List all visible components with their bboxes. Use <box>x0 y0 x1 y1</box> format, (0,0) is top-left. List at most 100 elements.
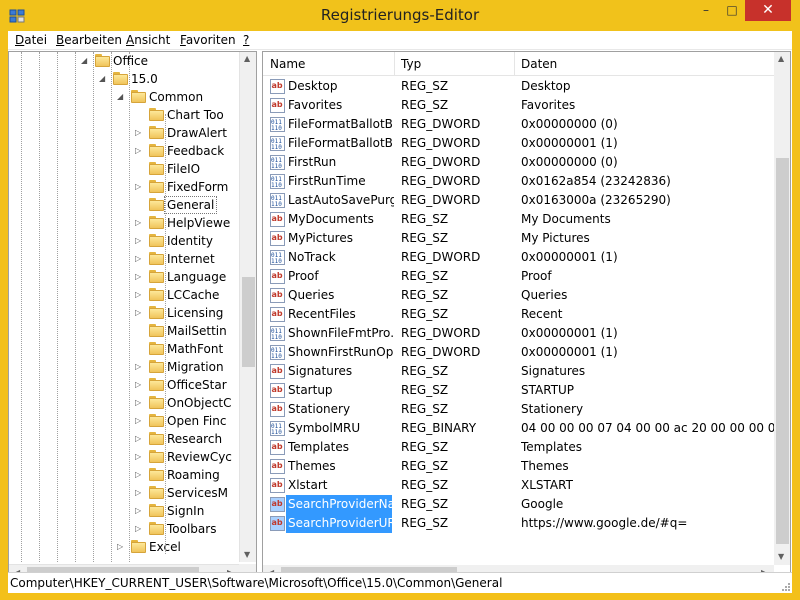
tree-node[interactable]: ◢ 15.0 <box>9 70 239 88</box>
list-vertical-scroll-thumb[interactable] <box>776 158 789 544</box>
expand-arrow-icon[interactable]: ▷ <box>135 268 145 286</box>
value-row[interactable]: abSearchProviderNa... REG_SZ Google <box>263 495 775 514</box>
tree-node[interactable]: MailSettin <box>9 322 239 340</box>
value-row[interactable]: 011 110 FileFormatBallotB... REG_DWORD 0x000… <box>263 115 775 134</box>
value-row[interactable]: ab Favorites REG_SZ Favorites <box>263 96 775 115</box>
scroll-down-arrow-icon[interactable]: ▼ <box>244 550 250 559</box>
value-row[interactable]: ab Desktop REG_SZ Desktop <box>263 77 775 96</box>
tree-node[interactable]: General <box>9 196 239 214</box>
title-bar[interactable]: Registrierungs-Editor – □ ✕ <box>0 0 800 31</box>
column-header-data[interactable]: Daten <box>521 57 557 71</box>
value-row[interactable]: ab Signatures REG_SZ Signatures <box>263 362 775 381</box>
tree-node[interactable]: ▷ Identity <box>9 232 239 250</box>
tree-node[interactable]: ◢ Office <box>9 52 239 70</box>
menu-item-ansicht[interactable]: Ansicht <box>126 33 170 47</box>
tree-node[interactable]: ▷ Feedback <box>9 142 239 160</box>
expand-arrow-icon[interactable]: ▷ <box>135 358 145 376</box>
tree-node[interactable]: ▷ Research <box>9 430 239 448</box>
tree-node[interactable]: ▷ Roaming <box>9 466 239 484</box>
scroll-down-arrow-icon[interactable]: ▼ <box>778 552 784 561</box>
value-row[interactable]: ab RecentFiles REG_SZ Recent <box>263 305 775 324</box>
expand-arrow-icon[interactable]: ▷ <box>135 142 145 160</box>
expand-arrow-icon[interactable]: ▷ <box>135 430 145 448</box>
tree-node[interactable]: ▷ OfficeStar <box>9 376 239 394</box>
menu-item-bearbeiten[interactable]: Bearbeiten <box>56 33 122 47</box>
key-tree-pane[interactable]: ◢ Office ◢ 15.0 ◢ Common Chart Too ▷ DrawAlert ▷ F… <box>8 51 257 582</box>
tree-node[interactable]: ▷ Licensing <box>9 304 239 322</box>
value-row[interactable]: ab Themes REG_SZ Themes <box>263 457 775 476</box>
expand-arrow-icon[interactable]: ▷ <box>117 538 127 556</box>
tree-vertical-scrollbar[interactable]: ▲ ▼ <box>239 52 256 562</box>
values-list-pane[interactable]: Name Typ Daten ab Desktop REG_SZ Desktop ab F… <box>262 51 791 582</box>
list-vertical-scrollbar[interactable]: ▲ ▼ <box>774 52 790 565</box>
expand-arrow-icon[interactable]: ▷ <box>135 448 145 466</box>
value-row[interactable]: ab Stationery REG_SZ Stationery <box>263 400 775 419</box>
tree-node[interactable]: ▷ Excel <box>9 538 239 556</box>
tree-vertical-scroll-thumb[interactable] <box>242 277 255 367</box>
value-row[interactable]: ab Templates REG_SZ Templates <box>263 438 775 457</box>
tree-node[interactable]: ▷ SignIn <box>9 502 239 520</box>
value-row[interactable]: 011 110 NoTrack REG_DWORD 0x00000001 (1) <box>263 248 775 267</box>
resize-grip-icon[interactable] <box>780 581 790 591</box>
tree-node[interactable]: ▷ ServicesM <box>9 484 239 502</box>
value-row[interactable]: 011 110 FileFormatBallotB... REG_DWORD 0x000… <box>263 134 775 153</box>
value-row[interactable]: ab Proof REG_SZ Proof <box>263 267 775 286</box>
value-row[interactable]: ab Xlstart REG_SZ XLSTART <box>263 476 775 495</box>
value-row[interactable]: ab Startup REG_SZ STARTUP <box>263 381 775 400</box>
tree-node[interactable]: ▷ OnObjectC <box>9 394 239 412</box>
tree-node[interactable]: ▷ Open Finc <box>9 412 239 430</box>
value-row[interactable]: ab Queries REG_SZ Queries <box>263 286 775 305</box>
value-row[interactable]: 011 110 FirstRun REG_DWORD 0x00000000 (0) <box>263 153 775 172</box>
expand-arrow-icon[interactable]: ▷ <box>135 520 145 538</box>
expand-arrow-icon[interactable]: ▷ <box>135 250 145 268</box>
expand-arrow-icon[interactable]: ▷ <box>135 214 145 232</box>
close-button[interactable]: ✕ <box>745 0 791 21</box>
value-row[interactable]: ab MyDocuments REG_SZ My Documents <box>263 210 775 229</box>
menu-item-favoriten[interactable]: Favoriten <box>180 33 236 47</box>
value-row[interactable]: 011 110 ShownFileFmtPro... REG_DWORD 0x00000… <box>263 324 775 343</box>
expand-arrow-icon[interactable]: ▷ <box>135 376 145 394</box>
column-divider[interactable] <box>514 52 515 76</box>
expand-arrow-icon[interactable]: ▷ <box>135 502 145 520</box>
tree-node[interactable]: ▷ Language <box>9 268 239 286</box>
maximize-button[interactable]: □ <box>719 0 745 21</box>
collapse-arrow-icon[interactable]: ◢ <box>81 52 91 70</box>
column-header-type[interactable]: Typ <box>401 57 421 71</box>
collapse-arrow-icon[interactable]: ◢ <box>99 70 109 88</box>
scroll-up-arrow-icon[interactable]: ▲ <box>244 54 250 63</box>
expand-arrow-icon[interactable]: ▷ <box>135 124 145 142</box>
tree-node[interactable]: ▷ Internet <box>9 250 239 268</box>
expand-arrow-icon[interactable]: ▷ <box>135 178 145 196</box>
tree-node[interactable]: FileIO <box>9 160 239 178</box>
value-row[interactable]: ab MyPictures REG_SZ My Pictures <box>263 229 775 248</box>
expand-arrow-icon[interactable]: ▷ <box>135 232 145 250</box>
expand-arrow-icon[interactable]: ▷ <box>135 484 145 502</box>
tree-node[interactable]: ▷ HelpViewe <box>9 214 239 232</box>
scroll-up-arrow-icon[interactable]: ▲ <box>778 54 784 63</box>
tree-node[interactable]: ▷ DrawAlert <box>9 124 239 142</box>
expand-arrow-icon[interactable]: ▷ <box>135 304 145 322</box>
tree-node[interactable]: ◢ Common <box>9 88 239 106</box>
tree-node[interactable]: ▷ Migration <box>9 358 239 376</box>
value-row[interactable]: 011 110 ShownFirstRunOp... REG_DWORD 0x00000… <box>263 343 775 362</box>
tree-node[interactable]: ▷ ReviewCyc <box>9 448 239 466</box>
column-header-name[interactable]: Name <box>270 57 305 71</box>
tree-node[interactable]: ▷ FixedForm <box>9 178 239 196</box>
value-row[interactable]: 011110LastAutoSavePurg... REG_DWORD 0x0163… <box>263 191 775 210</box>
expand-arrow-icon[interactable]: ▷ <box>135 466 145 484</box>
value-row[interactable]: 011 110 FirstRunTime REG_DWORD 0x0162a854 (2… <box>263 172 775 191</box>
menu-item-datei[interactable]: Datei <box>15 33 47 47</box>
menu-item-help[interactable]: ? <box>243 33 249 47</box>
collapse-arrow-icon[interactable]: ◢ <box>117 88 127 106</box>
column-divider[interactable] <box>394 52 395 76</box>
expand-arrow-icon[interactable]: ▷ <box>135 412 145 430</box>
value-row[interactable]: ab SearchProviderURI REG_SZ https://www.goo… <box>263 514 775 533</box>
minimize-button[interactable]: – <box>693 0 719 21</box>
tree-node[interactable]: ▷ Toolbars <box>9 520 239 538</box>
value-row[interactable]: 011 110 SymbolMRU REG_BINARY 04 00 00 00 07 … <box>263 419 775 438</box>
tree-node[interactable]: Chart Too <box>9 106 239 124</box>
tree-node[interactable]: MathFont <box>9 340 239 358</box>
expand-arrow-icon[interactable]: ▷ <box>135 394 145 412</box>
tree-node[interactable]: ▷ LCCache <box>9 286 239 304</box>
expand-arrow-icon[interactable]: ▷ <box>135 286 145 304</box>
